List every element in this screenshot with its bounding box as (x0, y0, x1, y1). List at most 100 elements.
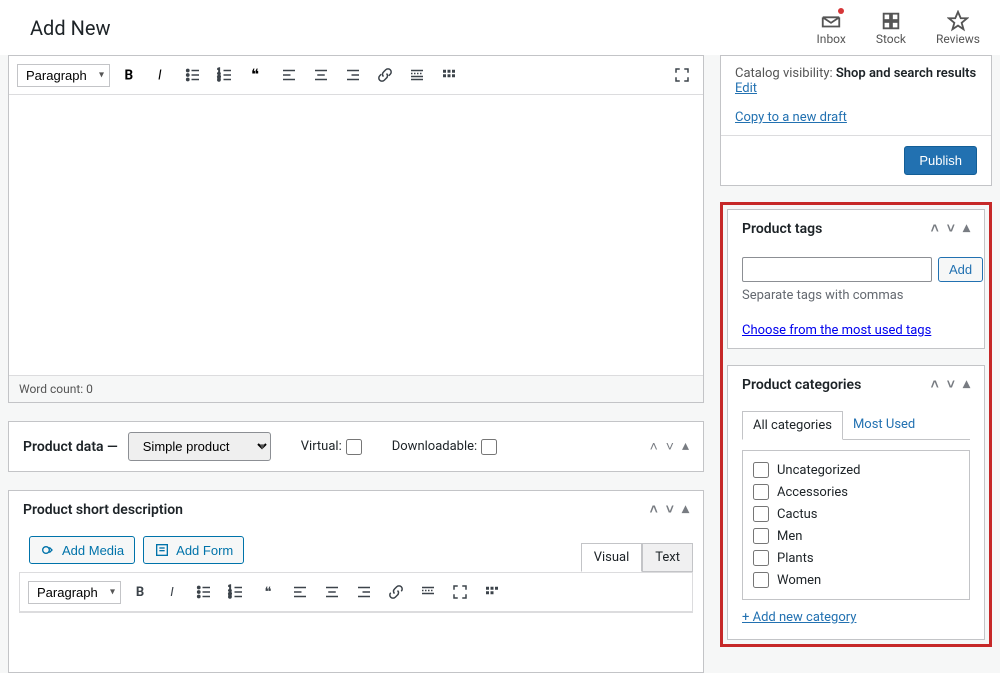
catalog-visibility-label: Catalog visibility: (735, 66, 836, 81)
quote-button[interactable]: ❝ (255, 579, 281, 605)
add-media-button[interactable]: Add Media (29, 536, 135, 564)
panel-toggle-icon[interactable]: ▴ (682, 438, 689, 455)
svg-text:3: 3 (229, 594, 232, 600)
category-checkbox[interactable] (753, 462, 769, 478)
panel-toggle-icon[interactable]: ▴ (963, 220, 970, 237)
add-form-button[interactable]: Add Form (143, 536, 244, 564)
bullet-list-button[interactable] (191, 579, 217, 605)
format-select[interactable]: Paragraph (17, 64, 110, 87)
sidebar-column: Catalog visibility: Shop and search resu… (720, 55, 992, 673)
edit-visibility-link[interactable]: Edit (735, 81, 757, 96)
panel-up-icon[interactable]: ˄ (650, 438, 658, 455)
tag-hint: Separate tags with commas (728, 288, 984, 313)
align-center-button[interactable] (308, 62, 334, 88)
media-icon (40, 542, 56, 558)
highlighted-region: Product tags ˄ ˅ ▴ Add Separate tags with … (720, 202, 992, 647)
insert-more-button[interactable] (415, 579, 441, 605)
panel-up-icon[interactable]: ˄ (931, 376, 939, 393)
italic-button[interactable]: I (148, 62, 174, 88)
insert-more-button[interactable] (404, 62, 430, 88)
category-item: Women (753, 569, 959, 591)
word-count: Word count: 0 (9, 375, 703, 402)
align-right-button[interactable] (340, 62, 366, 88)
align-right-button[interactable] (351, 579, 377, 605)
product-tags-title: Product tags (742, 221, 822, 237)
tab-visual[interactable]: Visual (581, 543, 643, 572)
panel-toggle-icon[interactable]: ▴ (963, 376, 970, 393)
main-column: Paragraph B I 123 ❝ Word count: 0 Produc… (8, 55, 704, 673)
toolbar-toggle-button[interactable] (479, 579, 505, 605)
publish-button[interactable]: Publish (904, 146, 977, 175)
main-editor-box: Paragraph B I 123 ❝ Word count: 0 (8, 55, 704, 403)
category-checkbox[interactable] (753, 528, 769, 544)
panel-down-icon[interactable]: ˅ (947, 220, 955, 237)
align-left-button[interactable] (276, 62, 302, 88)
short-format-select[interactable]: Paragraph (28, 581, 121, 604)
tab-text[interactable]: Text (642, 543, 693, 572)
product-categories-title: Product categories (742, 377, 861, 393)
choose-tags-link[interactable]: Choose from the most used tags (742, 323, 931, 338)
short-desc-editor-area[interactable] (19, 612, 693, 672)
inbox-button[interactable]: Inbox (817, 10, 846, 46)
align-center-button[interactable] (319, 579, 345, 605)
tab-most-used[interactable]: Most Used (843, 411, 925, 439)
bold-button[interactable]: B (127, 579, 153, 605)
svg-text:I: I (158, 68, 162, 84)
category-item: Uncategorized (753, 459, 959, 481)
header-icons: Inbox Stock Reviews (817, 10, 980, 46)
tag-input[interactable] (742, 257, 932, 282)
numbered-list-button[interactable]: 123 (223, 579, 249, 605)
copy-to-draft-link[interactable]: Copy to a new draft (735, 110, 847, 125)
catalog-visibility-value: Shop and search results (836, 66, 976, 81)
downloadable-checkbox-label: Downloadable: (392, 439, 497, 455)
category-item: Plants (753, 547, 959, 569)
category-checkbox[interactable] (753, 572, 769, 588)
notification-dot (838, 8, 844, 14)
short-desc-title: Product short description (23, 502, 183, 518)
panel-down-icon[interactable]: ˅ (666, 438, 674, 455)
page-header: Add New Inbox Stock Reviews (0, 0, 1000, 55)
numbered-list-button[interactable]: 123 (212, 62, 238, 88)
panel-toggle-icon[interactable]: ▴ (682, 501, 689, 518)
italic-button[interactable]: I (159, 579, 185, 605)
add-tag-button[interactable]: Add (938, 257, 983, 282)
short-desc-header: Product short description ˄ ˅ ▴ (9, 491, 703, 528)
fullscreen-button[interactable] (447, 579, 473, 605)
stock-label: Stock (876, 32, 906, 46)
star-icon (947, 10, 969, 32)
product-tags-panel: Product tags ˄ ˅ ▴ Add Separate tags with … (727, 209, 985, 349)
reviews-label: Reviews (936, 32, 980, 46)
stock-button[interactable]: Stock (876, 10, 906, 46)
stock-icon (880, 10, 902, 32)
category-item: Cactus (753, 503, 959, 525)
align-left-button[interactable] (287, 579, 313, 605)
bullet-list-button[interactable] (180, 62, 206, 88)
virtual-checkbox-label: Virtual: (301, 439, 362, 455)
toolbar-toggle-button[interactable] (436, 62, 462, 88)
panel-up-icon[interactable]: ˄ (650, 501, 658, 518)
panel-down-icon[interactable]: ˅ (947, 376, 955, 393)
inbox-label: Inbox (817, 32, 846, 46)
link-button[interactable] (372, 62, 398, 88)
editor-content-area[interactable] (9, 95, 703, 375)
category-checkbox[interactable] (753, 484, 769, 500)
category-checkbox[interactable] (753, 550, 769, 566)
link-button[interactable] (383, 579, 409, 605)
fullscreen-button[interactable] (669, 62, 695, 88)
svg-text:3: 3 (218, 77, 221, 83)
downloadable-checkbox[interactable] (481, 439, 497, 455)
panel-down-icon[interactable]: ˅ (666, 501, 674, 518)
virtual-checkbox[interactable] (346, 439, 362, 455)
category-item: Accessories (753, 481, 959, 503)
panel-up-icon[interactable]: ˄ (931, 220, 939, 237)
bold-button[interactable]: B (116, 62, 142, 88)
reviews-button[interactable]: Reviews (936, 10, 980, 46)
product-type-select[interactable]: Simple product (128, 432, 271, 461)
media-buttons: Add Media Add Form (19, 528, 254, 572)
add-new-category-link[interactable]: + Add new category (742, 610, 856, 625)
tab-all-categories[interactable]: All categories (742, 411, 843, 440)
product-data-panel: Product data — Simple product Virtual: D… (8, 421, 704, 472)
quote-button[interactable]: ❝ (244, 62, 270, 88)
category-checkbox[interactable] (753, 506, 769, 522)
product-categories-panel: Product categories ˄ ˅ ▴ All categories Mo… (727, 365, 985, 640)
